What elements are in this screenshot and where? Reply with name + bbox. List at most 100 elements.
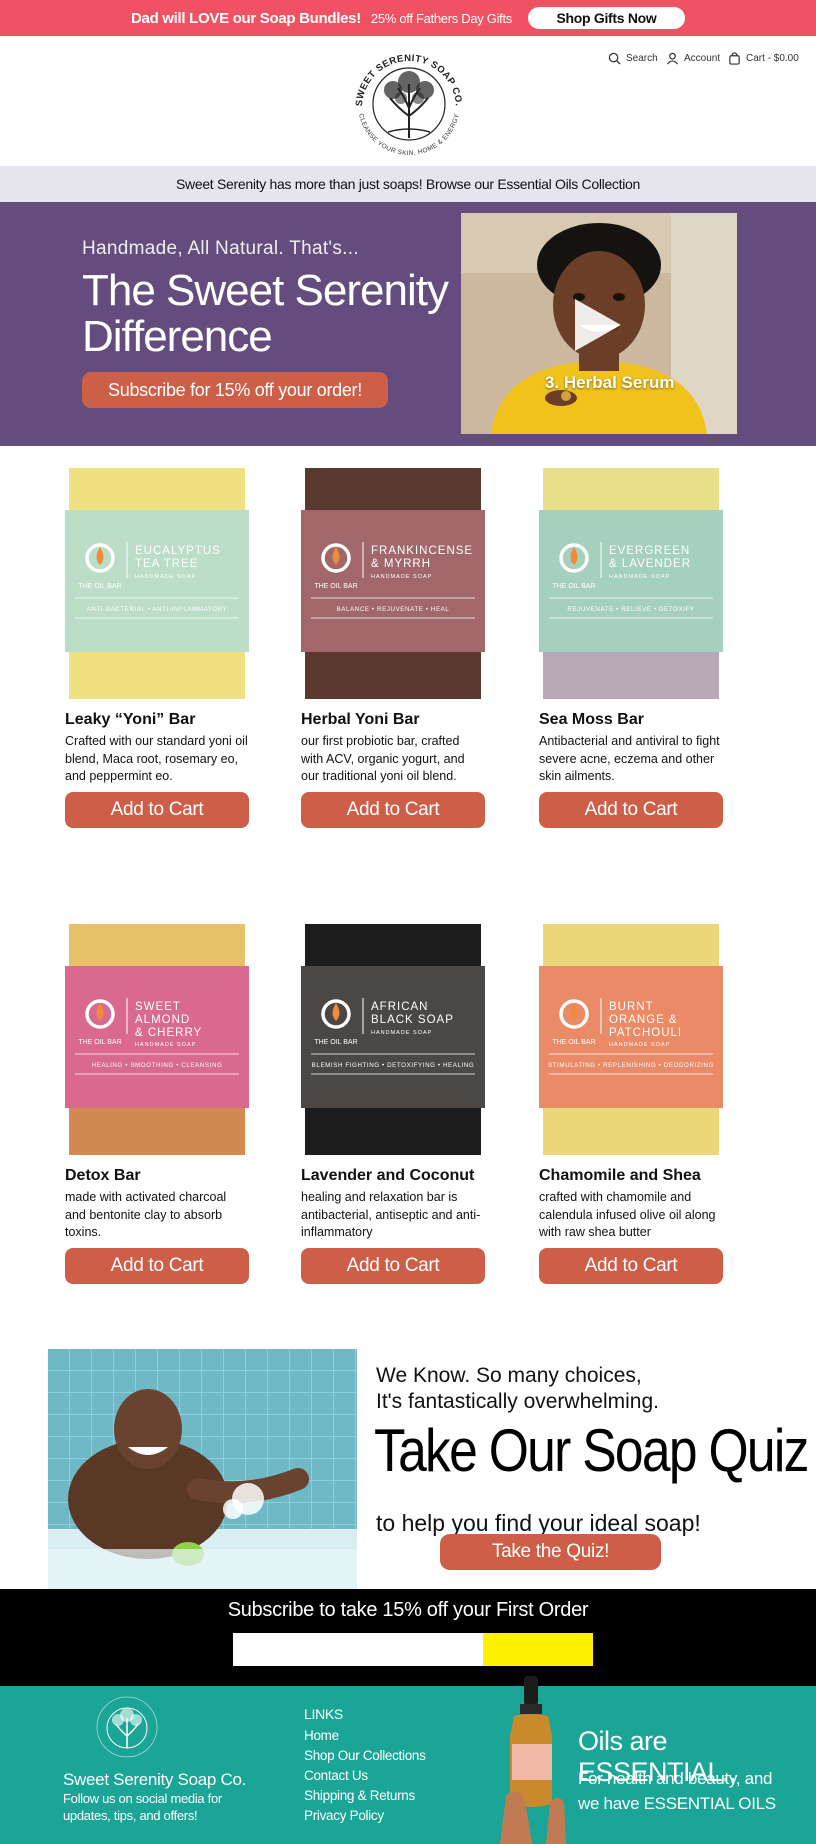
footer-follow-text: Follow us on social media for updates, t… (63, 1791, 222, 1823)
quiz-subtitle: to help you find your ideal soap! (376, 1510, 701, 1536)
product-card-4: THE OIL BAR SWEET ALMOND & CHERRY HANDMA… (65, 922, 249, 1284)
hero-section: Handmade, All Natural. That's... The Swe… (0, 202, 816, 446)
footer-link-shipping[interactable]: Shipping & Returns (304, 1786, 426, 1806)
add-to-cart-button[interactable]: Add to Cart (301, 792, 485, 828)
oil-bar-brand: THE OIL BAR (314, 583, 357, 590)
product-description: crafted with chamomile and calendula inf… (539, 1190, 716, 1239)
brand-logo[interactable]: SWEET SERENITY SOAP CO. CLEANSE YOUR SKI… (348, 46, 470, 164)
account-label: Account (684, 53, 721, 64)
wrapper-tagline: HEALING • SMOOTHING • CLEANSING (92, 1062, 223, 1069)
footer-logo[interactable] (94, 1694, 160, 1760)
oil-bar-brand: THE OIL BAR (78, 583, 121, 590)
cart-icon (729, 52, 740, 65)
wrapper-subline: HANDMADE SOAP (371, 574, 432, 580)
product-image[interactable]: THE OIL BAR SWEET ALMOND & CHERRY HANDMA… (65, 922, 249, 1157)
shop-gifts-button[interactable]: Shop Gifts Now (528, 7, 685, 29)
product-name[interactable]: Herbal Yoni Bar (301, 711, 485, 733)
subscribe-submit-button[interactable] (483, 1633, 593, 1666)
oils-text[interactable]: For health and beauty, and we have ESSEN… (578, 1766, 778, 1816)
wrapper-subline: HANDMADE SOAP (135, 1042, 196, 1048)
quiz-intro-line2: It's fantastically overwhelming. (376, 1390, 659, 1413)
product-name[interactable]: Sea Moss Bar (539, 711, 723, 733)
add-to-cart-button[interactable]: Add to Cart (65, 792, 249, 828)
site-header: SWEET SERENITY SOAP CO. CLEANSE YOUR SKI… (0, 36, 816, 166)
essential-oils-banner[interactable]: Sweet Serenity has more than just soaps!… (0, 166, 816, 202)
product-name[interactable]: Leaky “Yoni” Bar (65, 711, 249, 733)
oil-bar-brand: THE OIL BAR (78, 1039, 121, 1046)
hero-kicker: Handmade, All Natural. That's... (82, 238, 359, 259)
product-image[interactable]: THE OIL BAR EUCALYPTUS TEA TREE HANDMADE… (65, 466, 249, 701)
product-description: our first probiotic bar, crafted with AC… (301, 734, 465, 783)
product-name[interactable]: Chamomile and Shea (539, 1167, 723, 1189)
wrapper-line-2: & MYRRH (371, 558, 431, 570)
footer-links-heading: LINKS (304, 1706, 343, 1722)
announcement-bar: Dad will LOVE our Soap Bundles! 25% off … (0, 0, 816, 36)
hero-subscribe-button[interactable]: Subscribe for 15% off your order! (82, 372, 388, 408)
announcement-bold-text: Dad will LOVE our Soap Bundles! (131, 9, 361, 27)
wrapper-line-2: ORANGE & (609, 1014, 678, 1026)
oil-bar-brand: THE OIL BAR (552, 1039, 595, 1046)
account-icon (666, 52, 679, 65)
wrapper-line-3: & CHERRY (135, 1027, 202, 1039)
wrapper-tagline: REJUVENATE • RELIEVE • DETOXIFY (567, 606, 694, 613)
wrapper-tagline: ANTI-BACTERIAL • ANTI-INFLAMMATORY (87, 606, 228, 613)
wrapper-subline: HANDMADE SOAP (609, 574, 670, 580)
announcement-thin-text: 25% off Fathers Day Gifts (370, 10, 512, 26)
wrapper-line-1: FRANKINCENSE (371, 545, 473, 557)
essential-oils-banner-text: Sweet Serenity has more than just soaps!… (175, 176, 641, 192)
wrapper-line-1: EUCALYPTUS (135, 545, 221, 557)
wrapper-subline: HANDMADE SOAP (609, 1042, 670, 1048)
take-quiz-button[interactable]: Take the Quiz! (440, 1534, 661, 1570)
oil-bottle-image (500, 1676, 566, 1844)
product-card-1: THE OIL BAR EUCALYPTUS TEA TREE HANDMADE… (65, 466, 249, 828)
header-cart[interactable]: Cart - $0.00 (728, 52, 799, 65)
footer-brand: Sweet Serenity Soap Co. (63, 1770, 247, 1789)
footer-link-collections[interactable]: Shop Our Collections (304, 1746, 426, 1766)
footer-link-home[interactable]: Home (304, 1726, 426, 1746)
wrapper-tagline: BALANCE • REJUVENATE • HEAL (337, 606, 450, 613)
site-footer: Sweet Serenity Soap Co. Follow us on soc… (0, 1676, 816, 1844)
product-card-6: THE OIL BAR BURNT ORANGE & PATCHOULI HAN… (539, 922, 723, 1284)
video-caption: 3. Herbal Serum (545, 373, 675, 392)
product-name[interactable]: Detox Bar (65, 1167, 249, 1189)
product-image[interactable]: THE OIL BAR EVERGREEN & LAVENDER HANDMAD… (539, 466, 723, 701)
product-image[interactable]: THE OIL BAR AFRICAN BLACK SOAP HANDMADE … (301, 922, 485, 1157)
header-account[interactable]: Account (666, 52, 720, 65)
wrapper-line-2: BLACK SOAP (371, 1014, 454, 1026)
quiz-title: Take Our Soap Quiz (374, 1417, 809, 1484)
oil-bar-brand: THE OIL BAR (552, 583, 595, 590)
product-description: Antibacterial and antiviral to fight sev… (539, 734, 720, 783)
wrapper-line-3: PATCHOULI (609, 1027, 682, 1039)
footer-link-privacy[interactable]: Privacy Policy (304, 1806, 426, 1826)
header-search[interactable]: Search (608, 52, 658, 65)
add-to-cart-button[interactable]: Add to Cart (65, 1248, 249, 1284)
product-description: Crafted with our standard yoni oil blend… (65, 734, 248, 783)
email-input[interactable] (233, 1633, 483, 1666)
wrapper-line-1: SWEET (135, 1001, 181, 1013)
wrapper-tagline: STIMULATING • REPLENISHING • DEODORIZING (548, 1062, 714, 1069)
hero-headline: The Sweet Serenity Difference (82, 268, 449, 361)
footer-link-contact[interactable]: Contact Us (304, 1766, 426, 1786)
quiz-intro-line1: We Know. So many choices, (376, 1364, 642, 1387)
add-to-cart-button[interactable]: Add to Cart (539, 1248, 723, 1284)
wrapper-line-1: AFRICAN (371, 1001, 428, 1013)
oil-bar-brand: THE OIL BAR (314, 1039, 357, 1046)
product-name[interactable]: Lavender and Coconut (301, 1167, 485, 1189)
add-to-cart-button[interactable]: Add to Cart (539, 792, 723, 828)
play-icon[interactable] (575, 299, 621, 351)
product-description: healing and relaxation bar is antibacter… (301, 1190, 481, 1239)
wrapper-line-1: EVERGREEN (609, 545, 690, 557)
wrapper-line-2: & LAVENDER (609, 558, 691, 570)
hero-headline-line2: Difference (82, 312, 273, 361)
wrapper-tagline: BLEMISH FIGHTING • DETOXIFYING • HEALING (312, 1062, 475, 1069)
add-to-cart-button[interactable]: Add to Cart (301, 1248, 485, 1284)
wrapper-line-1: BURNT (609, 1001, 654, 1013)
tree-icon (372, 67, 446, 141)
subscribe-title: Subscribe to take 15% off your First Ord… (227, 1599, 589, 1621)
product-description: made with activated charcoal and bentoni… (65, 1190, 227, 1239)
product-image[interactable]: THE OIL BAR FRANKINCENSE & MYRRH HANDMAD… (301, 466, 485, 701)
wrapper-subline: HANDMADE SOAP (135, 574, 196, 580)
subscribe-band: Subscribe to take 15% off your First Ord… (0, 1589, 816, 1686)
product-image[interactable]: THE OIL BAR BURNT ORANGE & PATCHOULI HAN… (539, 922, 723, 1157)
hero-video[interactable]: 3. Herbal Serum (461, 213, 737, 434)
